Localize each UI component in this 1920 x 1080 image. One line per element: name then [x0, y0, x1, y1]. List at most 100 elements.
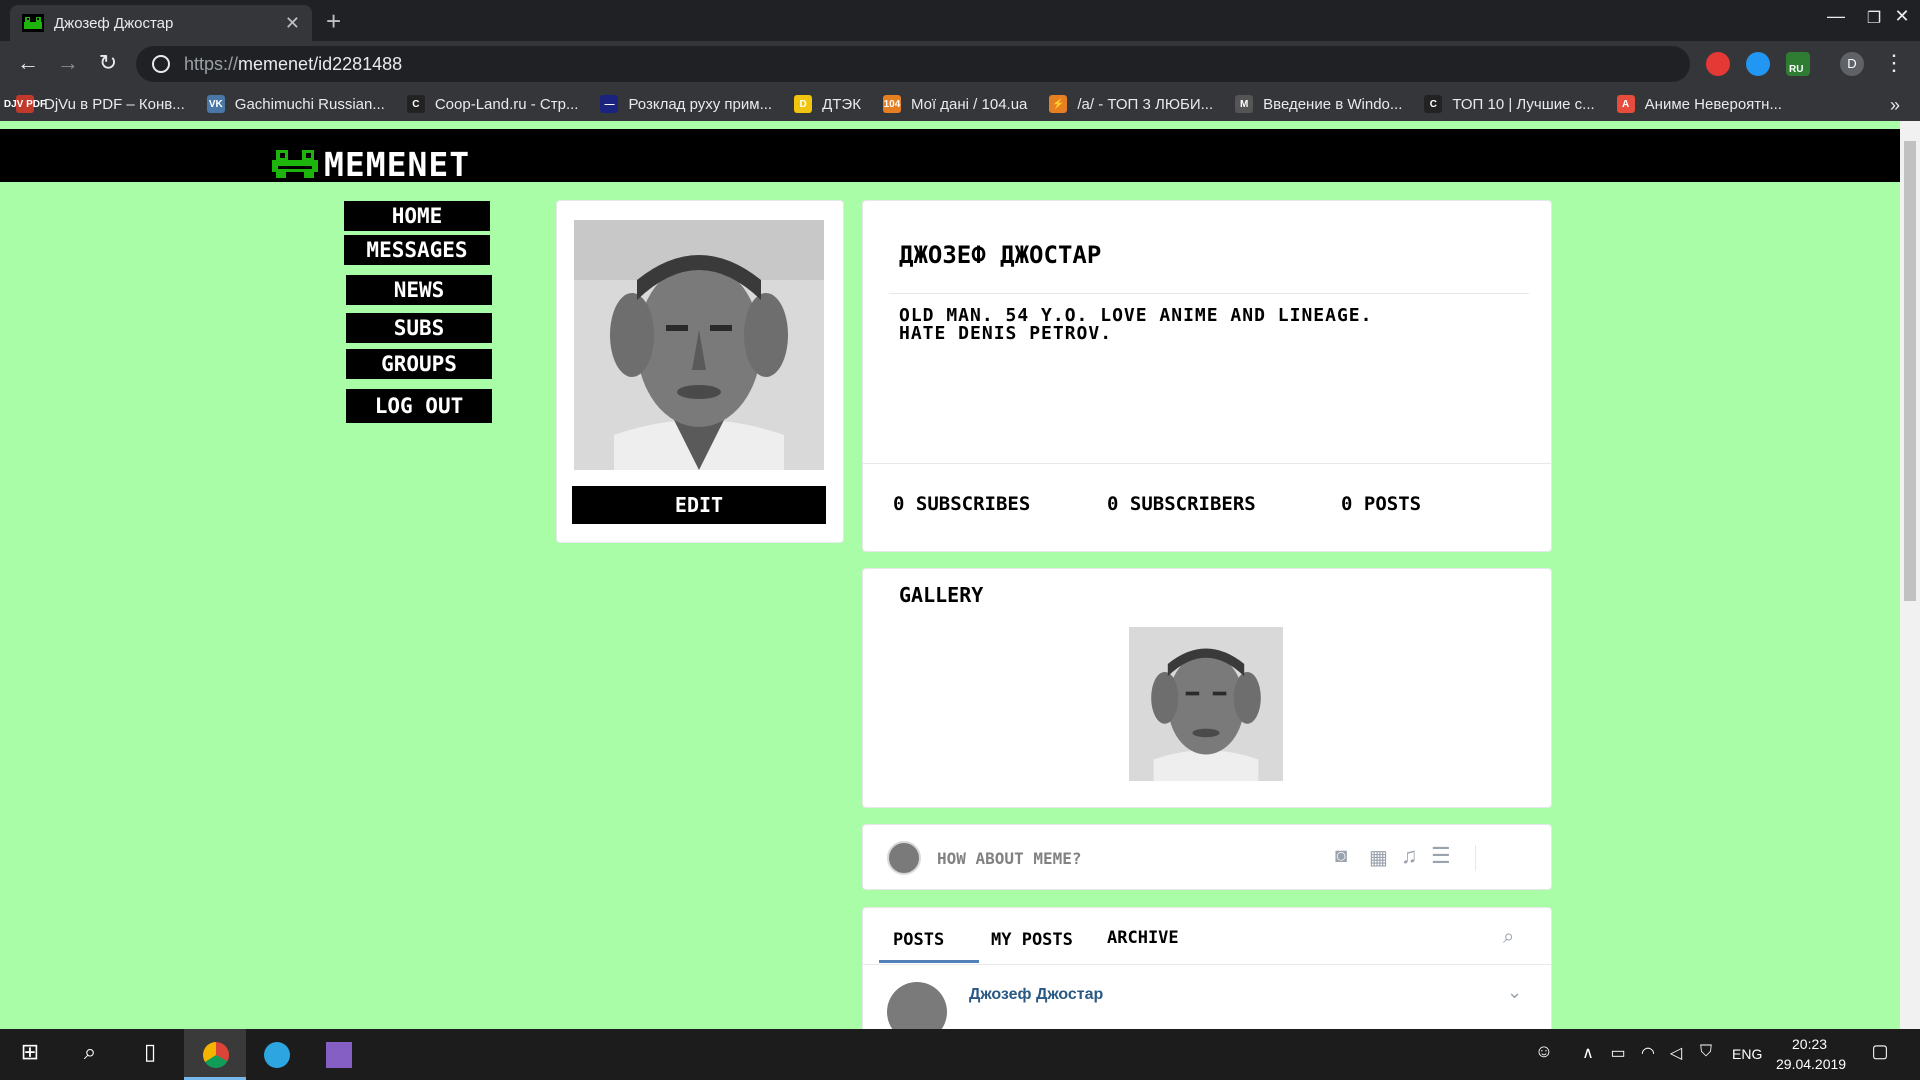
bookmark-item[interactable]: C Coop-Land.ru - Стр...: [406, 95, 579, 113]
bookmark-label: ТОП 10 | Лучшие с...: [1452, 95, 1595, 113]
bio-line: HATE DENIS PETROV.: [899, 323, 1113, 344]
more-bookmarks-icon[interactable]: »: [1890, 95, 1900, 116]
gallery-photo[interactable]: [1129, 627, 1283, 781]
site-info-icon[interactable]: [152, 55, 170, 73]
url-scheme: https://: [184, 53, 239, 74]
chrome-taskbar-button[interactable]: [184, 1029, 246, 1080]
composer-divider: [1475, 845, 1476, 871]
back-icon[interactable]: ←: [14, 50, 42, 76]
post-author-avatar[interactable]: [887, 982, 947, 1029]
bookmark-favicon-icon: C: [1424, 95, 1443, 113]
search-taskbar-icon[interactable]: ⌕: [70, 1039, 110, 1065]
post-composer: HOW ABOUT MEME? ◙ ▦ ♫ ☰: [862, 824, 1552, 890]
bookmark-favicon-icon: ⚡: [1049, 95, 1068, 113]
forward-icon[interactable]: →: [54, 50, 82, 76]
tab-my-posts[interactable]: MY POSTS: [991, 930, 1073, 950]
feed-divider: [863, 964, 1551, 965]
notifications-icon[interactable]: ▢: [1860, 1041, 1900, 1062]
clock-time[interactable]: 20:23: [1792, 1036, 1827, 1052]
telegram-icon[interactable]: [264, 1042, 290, 1068]
composer-input[interactable]: HOW ABOUT MEME?: [937, 849, 1082, 868]
windows-taskbar: ⊞ ⌕ ▯ ☺ ∧ ▭ ◠ ◁ ⛉ ENG 20:23 29.04.2019 ▢: [0, 1029, 1920, 1080]
menu-news-button[interactable]: NEWS: [346, 275, 492, 305]
bookmark-favicon-icon: DJV PDF: [4, 95, 46, 113]
stats-divider: [863, 463, 1551, 464]
browser-tabstrip: Джозеф Джостар ✕ + — ❐ ✕: [0, 0, 1920, 41]
bookmark-favicon-icon: M: [1235, 95, 1254, 113]
gallery-title: GALLERY: [899, 583, 984, 607]
feed-card: POSTS MY POSTS ARCHIVE ⌕ Джозеф Джостар …: [862, 907, 1552, 1029]
browser-toolbar: ← → ↻ https://memenet/id2281488 RU D ⋮: [0, 41, 1920, 87]
extension-badge: RU: [1789, 64, 1804, 75]
profile-photo[interactable]: [574, 220, 824, 470]
profile-info-card: ДЖОЗЕФ ДЖОСТАР OLD MAN. 54 Y.O. LOVE ANI…: [862, 200, 1552, 552]
video-icon[interactable]: ▦: [1369, 845, 1388, 870]
name-divider: [889, 293, 1529, 294]
bookmark-item[interactable]: 104 Мої дані / 104.ua: [882, 95, 1027, 113]
post-author-link[interactable]: Джозеф Джостар: [969, 986, 1103, 1004]
profile-avatar[interactable]: D: [1840, 52, 1864, 76]
tab-close-icon[interactable]: ✕: [285, 13, 300, 34]
task-view-icon[interactable]: ▯: [130, 1039, 170, 1065]
posts-count[interactable]: 0 POSTS: [1341, 493, 1421, 515]
bookmark-favicon-icon: VK: [206, 95, 225, 113]
site-header: MEMENET: [0, 129, 1900, 184]
chevron-down-icon[interactable]: ⌄: [1507, 982, 1522, 1003]
page-scrollbar[interactable]: [1900, 121, 1920, 1029]
chrome-menu-icon[interactable]: ⋮: [1880, 50, 1908, 76]
bookmark-item[interactable]: C ТОП 10 | Лучшие с...: [1424, 95, 1595, 113]
chrome-icon: [203, 1042, 229, 1068]
menu-home-button[interactable]: HOME: [344, 201, 490, 231]
site-logo[interactable]: MEMENET: [272, 145, 470, 184]
bookmark-item[interactable]: A Аниме Невероятн...: [1616, 95, 1782, 113]
minimize-icon[interactable]: —: [1816, 6, 1856, 27]
camera-icon[interactable]: ◙: [1335, 845, 1347, 868]
music-icon[interactable]: ♫: [1401, 843, 1418, 869]
menu-groups-button[interactable]: GROUPS: [346, 349, 492, 379]
bookmarks-bar: DJV PDF DjVu в PDF – Конв... VK Gachimuchi …: [0, 87, 1920, 121]
visual-studio-icon[interactable]: [326, 1042, 352, 1068]
bookmark-favicon-icon: —: [600, 95, 619, 113]
bookmark-item[interactable]: M Введение в Windo...: [1235, 95, 1402, 113]
tab-posts[interactable]: POSTS: [893, 930, 944, 950]
bookmark-item[interactable]: ⚡ /a/ - ТОП 3 ЛЮБИ...: [1049, 95, 1213, 113]
text-format-icon[interactable]: ☰: [1431, 843, 1451, 869]
bookmark-item[interactable]: VK Gachimuchi Russian...: [206, 95, 385, 113]
edit-profile-button[interactable]: EDIT: [572, 486, 826, 524]
frog-favicon-icon: [22, 14, 44, 32]
frog-logo-icon: [272, 149, 318, 178]
profile-name: ДЖОЗЕФ ДЖОСТАР: [899, 241, 1102, 269]
window-close-icon[interactable]: ✕: [1882, 6, 1920, 27]
extension-eyes-icon[interactable]: [1746, 52, 1770, 76]
keyboard-language[interactable]: ENG: [1732, 1046, 1762, 1062]
extension-ru-icon[interactable]: RU: [1786, 52, 1810, 76]
clock-date[interactable]: 29.04.2019: [1776, 1056, 1846, 1072]
bookmark-favicon-icon: D: [794, 95, 813, 113]
search-icon[interactable]: ⌕: [1503, 926, 1514, 949]
scrollbar-thumb[interactable]: [1904, 141, 1916, 601]
menu-subs-button[interactable]: SUBS: [346, 313, 492, 343]
menu-logout-button[interactable]: LOG OUT: [346, 389, 492, 423]
bookmark-label: Coop-Land.ru - Стр...: [434, 95, 579, 113]
new-tab-icon[interactable]: +: [326, 6, 341, 37]
windows-start-icon[interactable]: ⊞: [10, 1039, 50, 1065]
menu-messages-button[interactable]: MESSAGES: [344, 235, 490, 265]
reload-icon[interactable]: ↻: [94, 50, 122, 76]
people-icon[interactable]: ☺: [1524, 1041, 1564, 1062]
extension-red-icon[interactable]: [1706, 52, 1730, 76]
bookmark-label: DjVu в PDF – Конв...: [44, 95, 185, 113]
defender-icon[interactable]: ⛉: [1686, 1043, 1726, 1061]
tab-archive[interactable]: ARCHIVE: [1107, 928, 1179, 948]
bookmark-item[interactable]: D ДТЭК: [794, 95, 861, 113]
bookmark-label: Розклад руху прим...: [628, 95, 773, 113]
browser-tab[interactable]: Джозеф Джостар ✕: [10, 5, 312, 41]
bookmark-item[interactable]: DJV PDF DjVu в PDF – Конв...: [4, 95, 185, 113]
gallery-card: GALLERY: [862, 568, 1552, 808]
subscribes-count[interactable]: 0 SUBSCRIBES: [893, 493, 1030, 515]
profile-bio: OLD MAN. 54 Y.O. LOVE ANIME AND LINEAGE.…: [899, 307, 1372, 343]
bookmark-item[interactable]: — Розклад руху прим...: [600, 95, 772, 113]
avatar-card: EDIT: [556, 200, 844, 543]
subscribers-count[interactable]: 0 SUBSCRIBERS: [1107, 493, 1256, 515]
bookmark-label: /a/ - ТОП 3 ЛЮБИ...: [1077, 95, 1214, 113]
address-bar[interactable]: https://memenet/id2281488: [136, 46, 1690, 82]
